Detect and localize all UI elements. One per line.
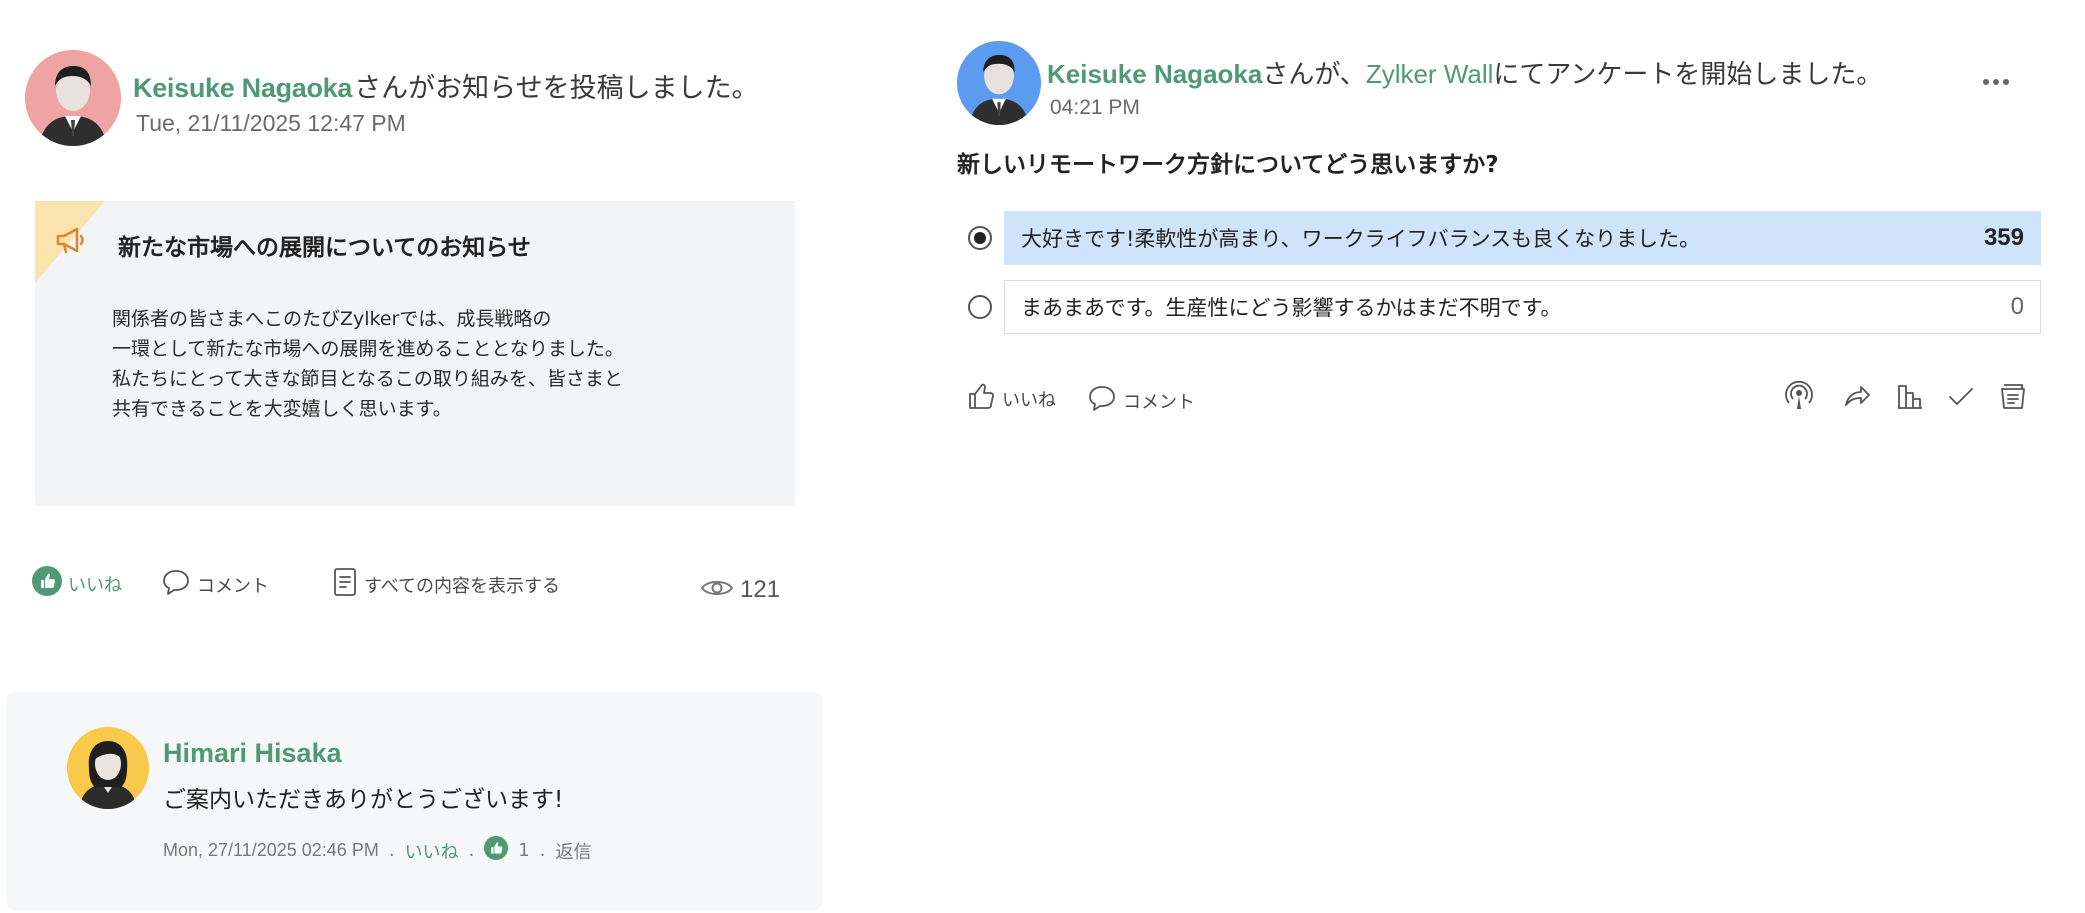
poll-option-count: 0 bbox=[2010, 293, 2024, 320]
poll-question: 新しいリモートワーク方針についてどう思いますか? bbox=[957, 152, 1499, 178]
poll-like-label: いいね bbox=[1002, 389, 1056, 411]
announcement-title: 新たな市場への展開についてのお知らせ bbox=[118, 235, 531, 261]
poll-option-label: まあまあです。生産性にどう影響するかはまだ不明です。 bbox=[1021, 296, 1562, 320]
comment-meta: Mon, 27/11/2025 02:46 PM . いいね . 1 . 返信 bbox=[163, 836, 591, 865]
comment-date: Mon, 27/11/2025 02:46 PM bbox=[163, 840, 379, 860]
poll-option-count: 359 bbox=[1983, 224, 2024, 251]
post-header: Keisuke Nagaokaさんがお知らせを投稿しました。 bbox=[133, 66, 759, 105]
check-icon[interactable] bbox=[1946, 381, 1976, 415]
poll-comment-button[interactable]: コメント bbox=[1087, 383, 1195, 418]
poll-author-avatar[interactable] bbox=[957, 41, 1041, 125]
broadcast-icon[interactable] bbox=[1784, 380, 1814, 415]
eye-icon bbox=[700, 577, 734, 604]
thumbs-up-icon bbox=[966, 381, 996, 416]
view-count-value: 121 bbox=[740, 576, 781, 603]
comment-like-button[interactable]: いいね bbox=[405, 838, 459, 864]
announcement-box: 新たな市場への展開についてのお知らせ 関係者の皆さまへこのたびZylkerでは、… bbox=[35, 201, 795, 506]
poll-option-2[interactable]: まあまあです。生産性にどう影響するかはまだ不明です。 0 bbox=[1004, 280, 2041, 334]
meta-separator: . bbox=[468, 840, 475, 861]
more-horizontal-icon[interactable] bbox=[1982, 60, 2010, 95]
comment-text: ご案内いただきありがとうございます! bbox=[163, 787, 564, 813]
poll-option-1[interactable]: 大好きです!柔軟性が高まり、ワークライフバランスも良くなりました。 359 bbox=[1004, 211, 2041, 265]
comment-icon bbox=[1087, 383, 1117, 418]
commenter-name-link[interactable]: Himari Hisaka bbox=[163, 738, 342, 769]
thumbs-up-filled-icon bbox=[32, 566, 62, 601]
poll-option-radio-2[interactable] bbox=[968, 295, 992, 319]
reply-button[interactable]: 返信 bbox=[555, 838, 591, 864]
comment-button[interactable]: コメント bbox=[161, 567, 269, 602]
share-icon[interactable] bbox=[1842, 381, 1872, 415]
meta-separator: . bbox=[539, 840, 546, 861]
show-all-button[interactable]: すべての内容を表示する bbox=[332, 567, 560, 602]
comment-label: コメント bbox=[197, 575, 269, 597]
thumbs-up-filled-icon bbox=[484, 836, 509, 865]
post-action-text: さんがお知らせを投稿しました。 bbox=[354, 73, 759, 104]
like-button[interactable]: いいね bbox=[32, 566, 122, 601]
announcement-body: 関係者の皆さまへこのたびZylkerでは、成長戦略の 一環として新たな市場への展… bbox=[112, 308, 624, 420]
like-label: いいね bbox=[68, 574, 122, 596]
poll-comment-label: コメント bbox=[1123, 391, 1195, 413]
wall-name-link[interactable]: Zylker Wall bbox=[1366, 59, 1494, 89]
poll-option-radio-1[interactable] bbox=[968, 226, 992, 250]
poll-like-button[interactable]: いいね bbox=[966, 381, 1056, 416]
show-all-label: すべての内容を表示する bbox=[364, 575, 561, 597]
meta-separator: . bbox=[388, 840, 395, 861]
stats-icon[interactable] bbox=[1895, 381, 1925, 415]
poll-time: 04:21 PM bbox=[1050, 96, 1140, 119]
poll-author-name-link[interactable]: Keisuke Nagaoka bbox=[1047, 59, 1262, 89]
post-date: Tue, 21/11/2025 12:47 PM bbox=[136, 110, 406, 136]
archive-icon[interactable] bbox=[1998, 381, 2028, 415]
poll-action-text: にてアンケートを開始しました。 bbox=[1493, 60, 1883, 90]
megaphone-icon bbox=[55, 225, 91, 259]
comment-icon bbox=[161, 567, 191, 602]
commenter-avatar[interactable] bbox=[67, 727, 149, 809]
poll-header: Keisuke Nagaokaさんが、Zylker Wallにてアンケートを開始… bbox=[1047, 54, 1882, 91]
poll-option-label: 大好きです!柔軟性が高まり、ワークライフバランスも良くなりました。 bbox=[1021, 227, 1701, 251]
poll-mid-text: さんが、 bbox=[1262, 60, 1366, 90]
author-name-link[interactable]: Keisuke Nagaoka bbox=[133, 73, 352, 103]
comment-like-count: 1 bbox=[518, 840, 530, 861]
view-count: 121 bbox=[700, 576, 780, 604]
document-icon bbox=[332, 567, 358, 602]
author-avatar[interactable] bbox=[25, 50, 121, 146]
